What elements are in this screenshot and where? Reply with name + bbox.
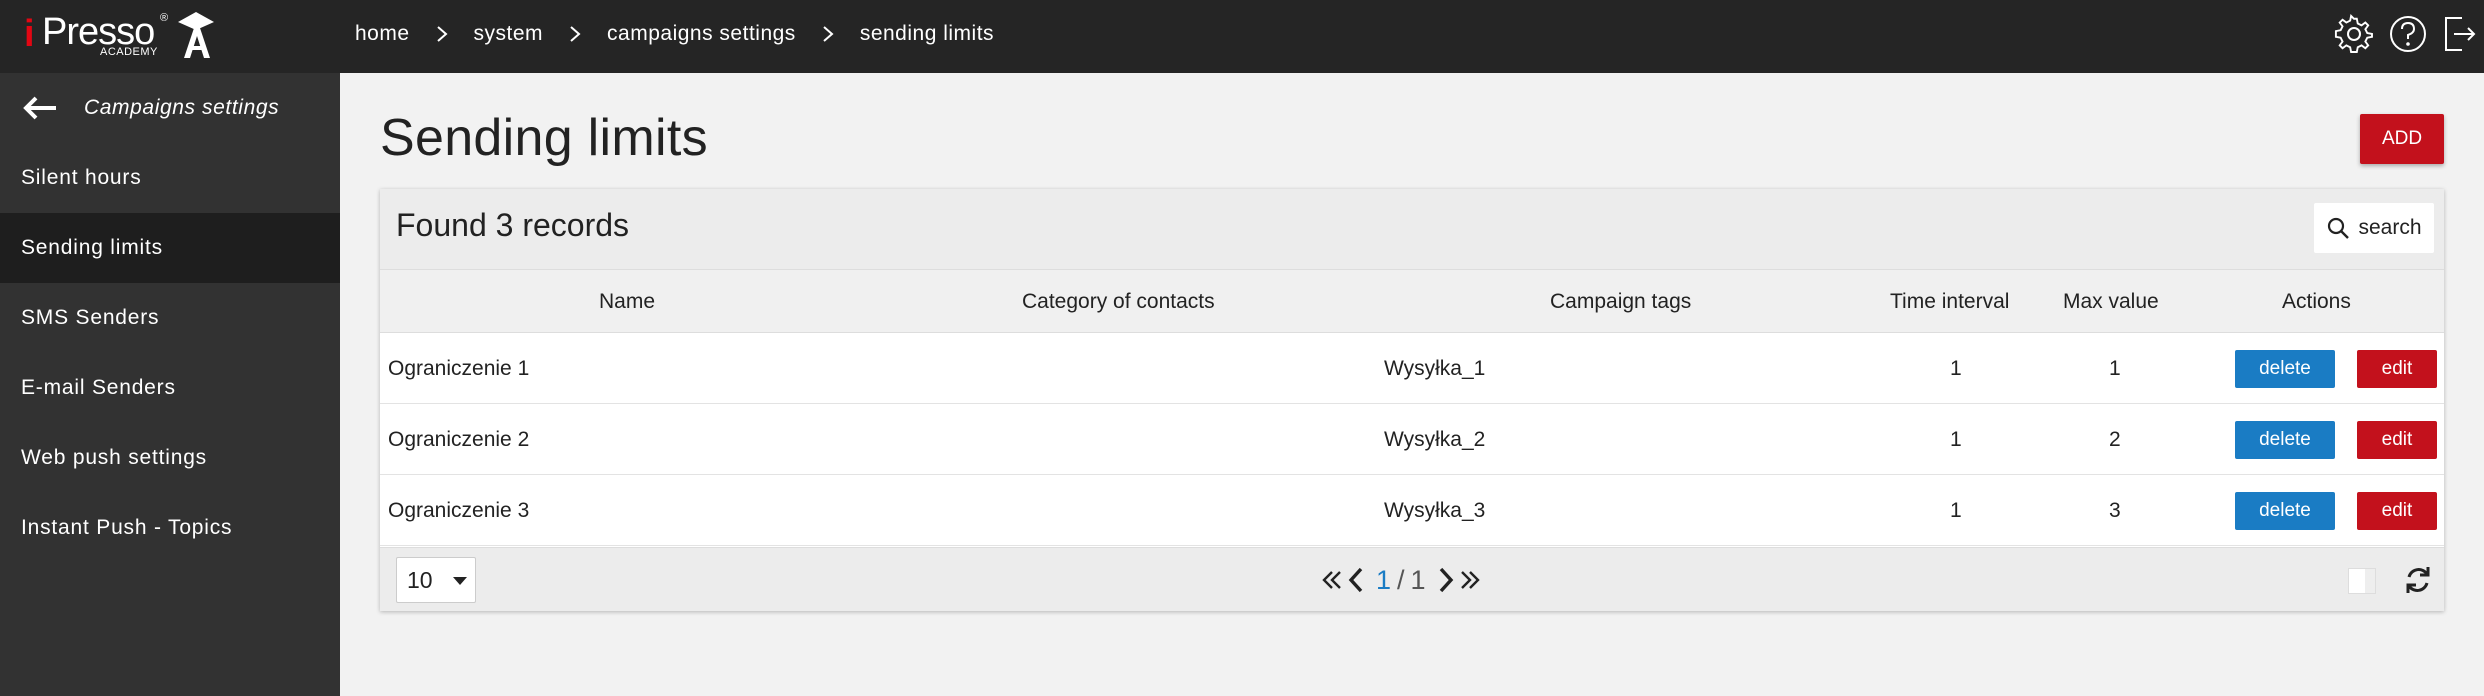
records-panel: Found 3 records search Name Category of … [380, 189, 2444, 611]
sidebar-item-label: Instant Push - Topics [21, 516, 233, 539]
sidebar-item-instant-push-topics[interactable]: Instant Push - Topics [0, 493, 340, 563]
breadcrumb-campaigns-settings[interactable]: campaigns settings [607, 22, 796, 46]
column-header-campaign-tags[interactable]: Campaign tags [1550, 270, 1691, 334]
academy-mark-icon [178, 12, 214, 58]
cell-campaign-tags: Wysyłka_3 [1384, 498, 1486, 522]
top-bar: i Presso ® ACADEMY home system campaigns… [0, 0, 2484, 73]
cell-time-interval: 1 [1950, 498, 1962, 522]
column-header-time-interval[interactable]: Time interval [1890, 270, 2009, 334]
search-button[interactable]: search [2314, 203, 2434, 253]
ipresso-logo[interactable]: i Presso ® ACADEMY [22, 8, 222, 64]
delete-button[interactable]: delete [2235, 350, 2335, 388]
breadcrumb-home[interactable]: home [355, 22, 410, 46]
chevron-right-icon [823, 26, 834, 42]
breadcrumb-system[interactable]: system [474, 22, 544, 46]
arrow-left-icon[interactable] [20, 93, 60, 123]
logo-i: i [24, 13, 35, 55]
sidebar-item-label: E-mail Senders [21, 376, 176, 399]
table-row: Ograniczenie 3 Wysyłka_3 1 3 delete edit [380, 475, 2444, 546]
total-pages: 1 [1410, 564, 1426, 595]
page-separator: / [1397, 564, 1405, 595]
sidebar-item-label: Web push settings [21, 446, 207, 469]
table-row: Ograniczenie 1 Wysyłka_1 1 1 delete edit [380, 333, 2444, 404]
breadcrumb-sending-limits: sending limits [859, 22, 995, 45]
sidebar-item-label: Sending limits [21, 236, 163, 259]
logout-icon[interactable] [2438, 14, 2478, 54]
records-count: Found 3 records [396, 207, 630, 243]
column-header-max-value[interactable]: Max value [2063, 270, 2159, 334]
sidebar-item-silent-hours[interactable]: Silent hours [0, 143, 340, 213]
breadcrumb: home system campaigns settings sending l… [355, 0, 994, 68]
sidebar-item-web-push-settings[interactable]: Web push settings [0, 423, 340, 493]
cell-time-interval: 1 [1950, 427, 1962, 451]
column-header-name[interactable]: Name [599, 270, 655, 334]
cell-name: Ograniczenie 3 [388, 498, 530, 522]
cell-name: Ograniczenie 1 [388, 356, 530, 380]
cell-name: Ograniczenie 2 [388, 427, 530, 451]
help-icon[interactable] [2388, 14, 2428, 54]
sidebar-title: Campaigns settings [84, 96, 280, 119]
sidebar-header[interactable]: Campaigns settings [0, 73, 340, 143]
caret-down-icon [453, 577, 467, 585]
column-header-actions: Actions [2282, 290, 2351, 313]
per-page-value: 10 [407, 566, 433, 593]
cell-max-value: 1 [2109, 356, 2121, 380]
table-header: Name Category of contacts Campaign tags … [380, 269, 2444, 333]
current-page: 1 [1376, 564, 1392, 595]
edit-button[interactable]: edit [2357, 492, 2437, 530]
delete-button[interactable]: delete [2235, 421, 2335, 459]
double-chevron-left-icon[interactable] [1320, 565, 1344, 595]
chevron-right-icon[interactable] [1434, 565, 1458, 595]
panel-header: Found 3 records search [380, 189, 2444, 269]
cell-max-value: 3 [2109, 498, 2121, 522]
chevron-right-icon [436, 26, 448, 42]
gear-icon[interactable] [2334, 14, 2374, 54]
double-chevron-right-icon[interactable] [1458, 565, 1482, 595]
pagination: 1 / 1 [1320, 558, 1482, 602]
table-footer: 10 1 / 1 [380, 547, 2444, 611]
sidebar: Campaigns settings Silent hours Sending … [0, 73, 340, 696]
column-toggle[interactable] [2348, 568, 2376, 594]
chevron-left-icon[interactable] [1344, 565, 1368, 595]
refresh-icon[interactable] [2402, 564, 2434, 596]
logo-reg: ® [160, 12, 169, 24]
cell-time-interval: 1 [1950, 356, 1962, 380]
cell-max-value: 2 [2109, 427, 2121, 451]
sidebar-item-email-senders[interactable]: E-mail Senders [0, 353, 340, 423]
sidebar-item-sending-limits[interactable]: Sending limits [0, 213, 340, 283]
chevron-right-icon [570, 26, 581, 42]
table-row: Ograniczenie 2 Wysyłka_2 1 2 delete edit [380, 404, 2444, 475]
add-button[interactable]: ADD [2360, 114, 2444, 164]
column-header-category[interactable]: Category of contacts [1022, 270, 1215, 334]
cell-campaign-tags: Wysyłka_2 [1384, 427, 1486, 451]
sidebar-item-sms-senders[interactable]: SMS Senders [0, 283, 340, 353]
logo-academy: ACADEMY [100, 46, 158, 58]
edit-button[interactable]: edit [2357, 421, 2437, 459]
delete-button[interactable]: delete [2235, 492, 2335, 530]
sidebar-item-label: SMS Senders [21, 306, 160, 329]
search-icon [2328, 217, 2350, 239]
page-title: Sending limits [380, 109, 708, 167]
cell-campaign-tags: Wysyłka_1 [1384, 356, 1486, 380]
per-page-select[interactable]: 10 [396, 557, 476, 603]
edit-button[interactable]: edit [2357, 350, 2437, 388]
sidebar-item-label: Silent hours [21, 166, 142, 189]
search-label: search [2358, 216, 2422, 239]
